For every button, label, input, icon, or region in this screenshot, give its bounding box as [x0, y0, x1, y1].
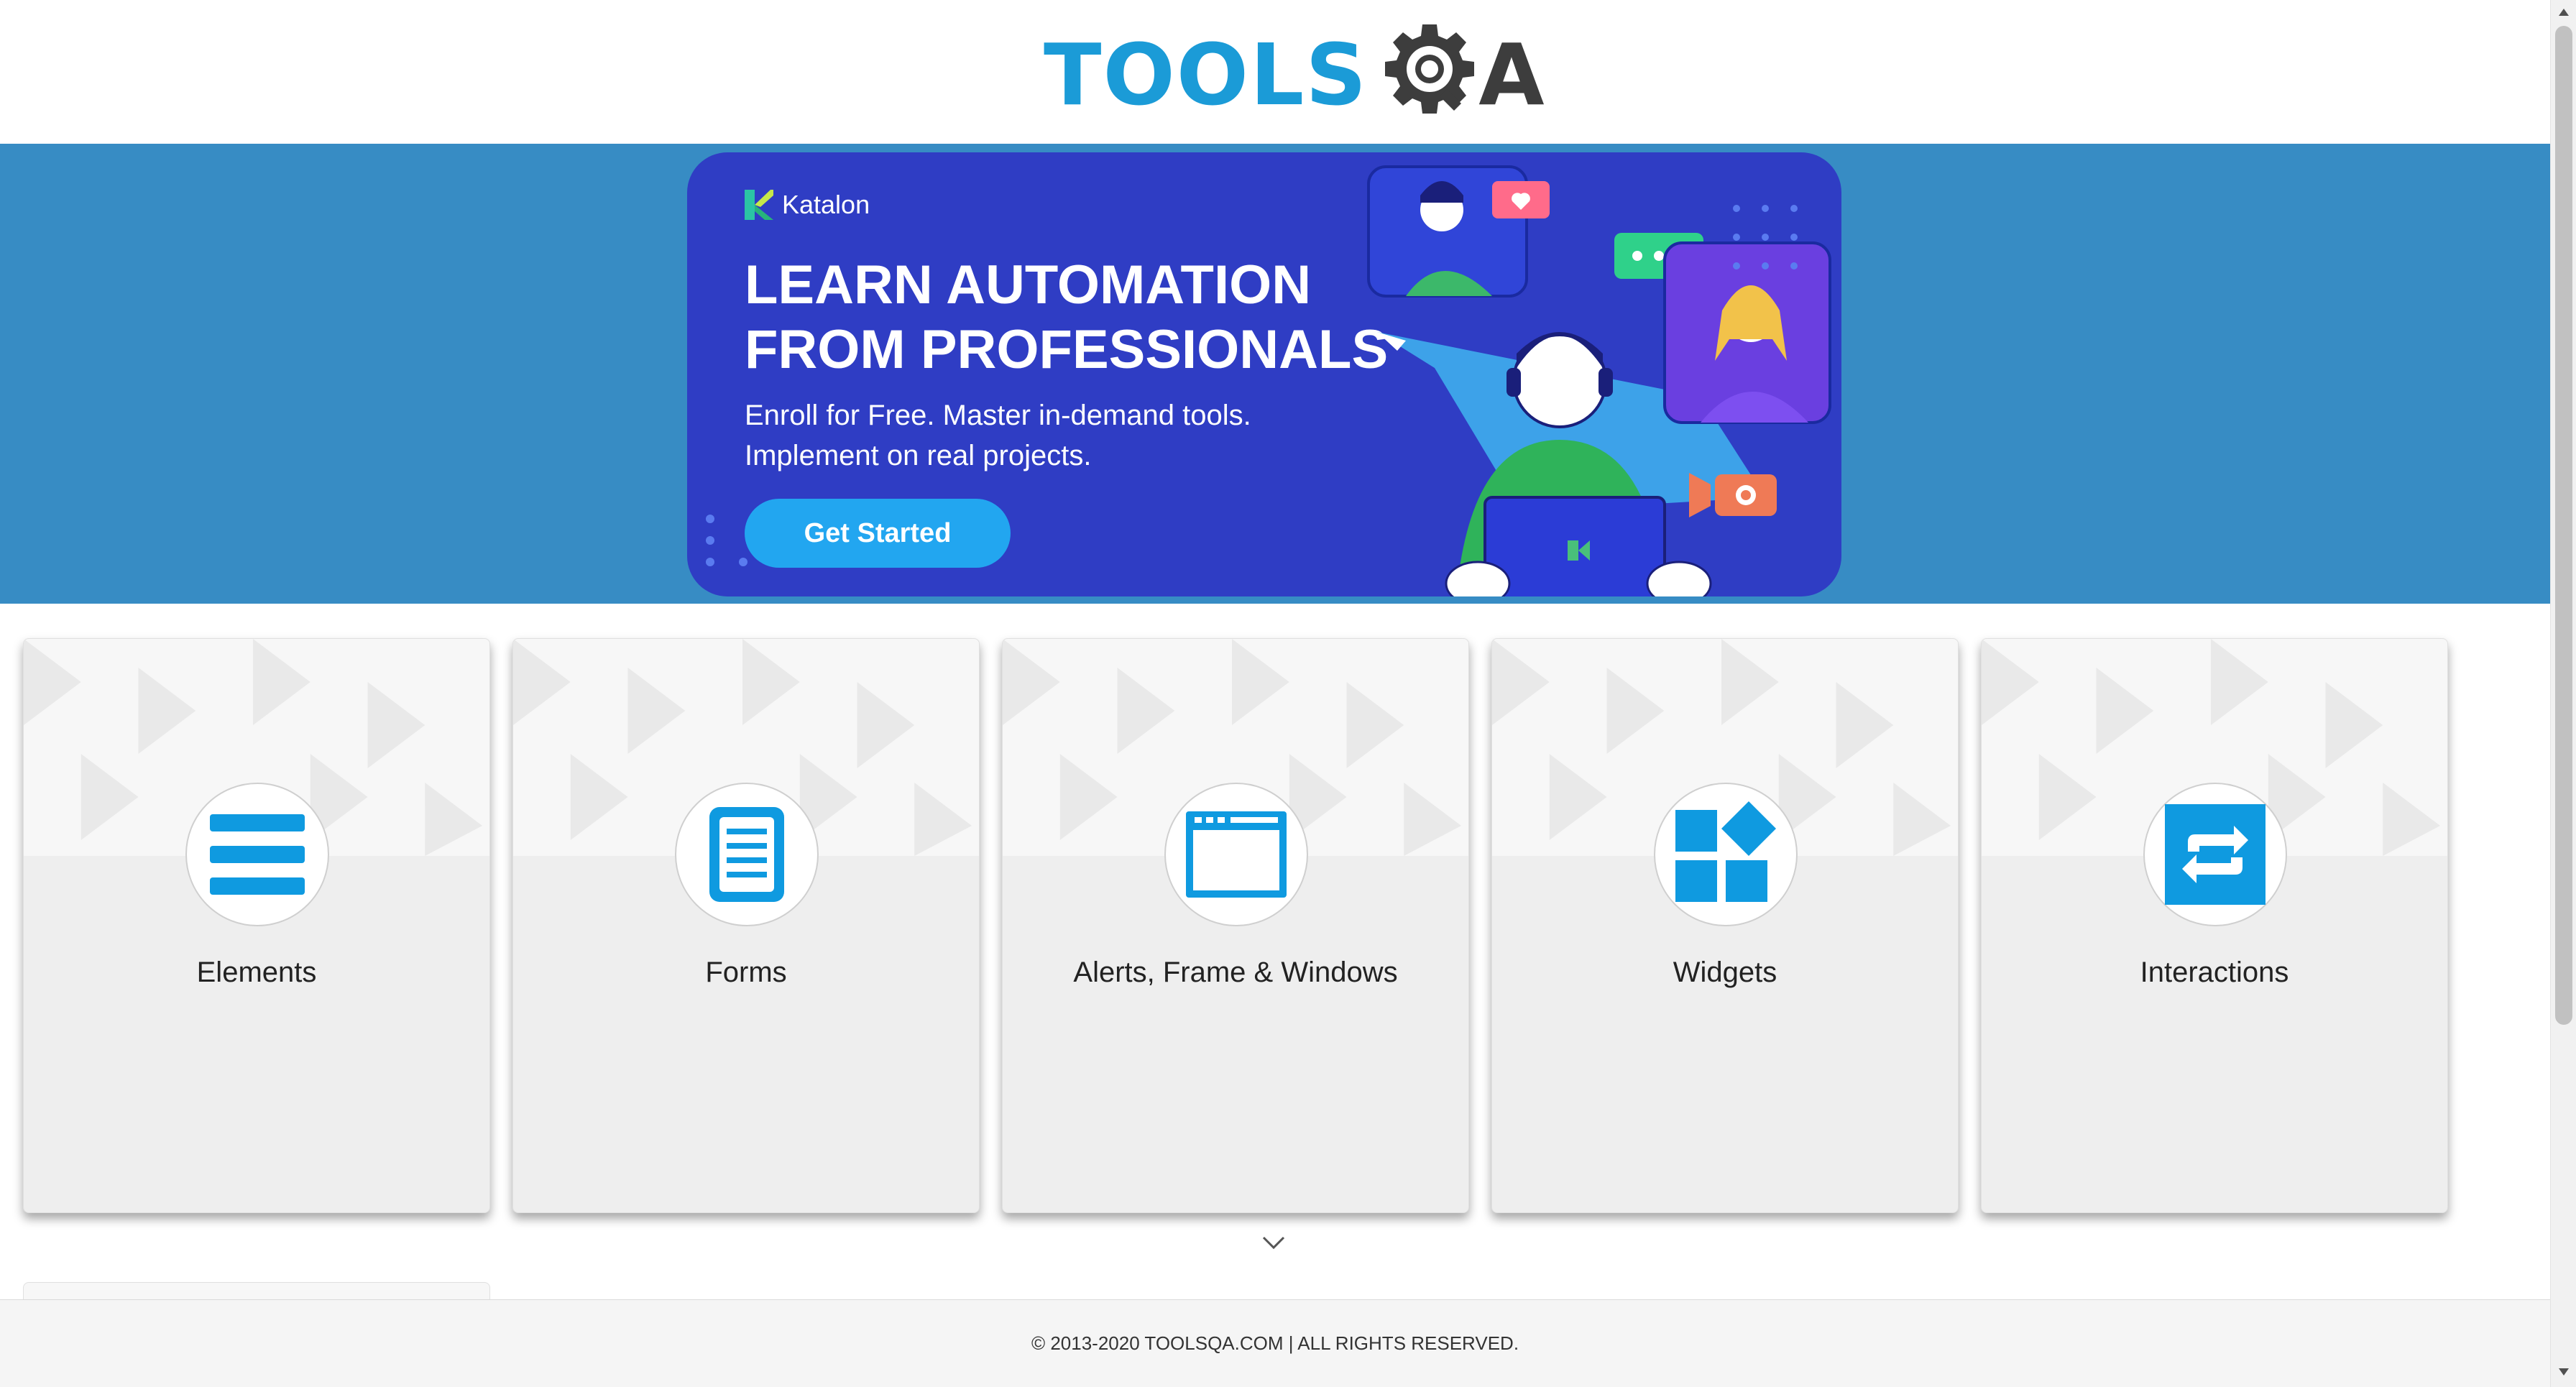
copyright-text: © 2013-2020 TOOLSQA.COM | ALL RIGHTS RES…	[1031, 1332, 1519, 1354]
browser-window-icon	[1186, 811, 1287, 898]
banner-subtitle: Enroll for Free. Master in-demand tools.…	[745, 395, 1392, 476]
forms-icon-circle	[675, 783, 819, 926]
page: TOOLS A Katalon LEARN AUTOMATION FROM PR…	[0, 0, 2576, 1387]
widgets-icon-circle	[1654, 783, 1798, 926]
banner-strip: Katalon LEARN AUTOMATION FROM PROFESSION…	[0, 144, 2550, 604]
card-interactions[interactable]: Interactions	[1981, 638, 2448, 1213]
alerts-icon-circle	[1164, 783, 1308, 926]
chevron-down-icon[interactable]	[1262, 1236, 1285, 1250]
logo-text-a: A	[1478, 25, 1545, 124]
document-icon	[709, 807, 784, 902]
toolsqa-logo[interactable]: TOOLS A	[1044, 19, 1545, 131]
banner-title: LEARN AUTOMATION FROM PROFESSIONALS	[745, 253, 1435, 382]
card-elements[interactable]: Elements	[23, 638, 490, 1213]
katalon-logo: Katalon	[745, 190, 870, 220]
katalon-brand-name: Katalon	[782, 190, 870, 219]
card-title-widgets: Widgets	[1673, 957, 1777, 988]
elements-icon-circle	[185, 783, 329, 926]
swap-arrows-icon	[2165, 804, 2266, 905]
widgets-grid-icon	[1675, 801, 1776, 902]
card-forms[interactable]: Forms	[512, 638, 980, 1213]
site-header: TOOLS A	[0, 0, 2550, 144]
hamburger-menu-icon	[210, 814, 305, 895]
scrollbar-thumb[interactable]	[2555, 26, 2572, 1025]
get-started-button[interactable]: Get Started	[745, 499, 1011, 568]
banner-subtitle-line-1: Enroll for Free. Master in-demand tools.	[745, 400, 1251, 431]
scroll-down-arrow-icon[interactable]	[2558, 1367, 2570, 1377]
card-alerts-frame-windows[interactable]: Alerts, Frame & Windows	[1002, 638, 1469, 1213]
card-title-interactions: Interactions	[2140, 957, 2289, 988]
katalon-banner[interactable]: Katalon LEARN AUTOMATION FROM PROFESSION…	[687, 152, 1841, 596]
vertical-scrollbar[interactable]	[2550, 0, 2576, 1387]
card-widgets[interactable]: Widgets	[1491, 638, 1959, 1213]
card-title-alerts: Alerts, Frame & Windows	[1073, 957, 1398, 988]
card-title-elements: Elements	[196, 957, 317, 988]
banner-subtitle-line-2: Implement on real projects.	[745, 440, 1092, 471]
category-cards: Elements Forms Alerts, Frame & Windows W…	[23, 638, 2471, 1213]
scroll-up-arrow-icon[interactable]	[2558, 7, 2570, 17]
interactions-icon-circle	[2143, 783, 2287, 926]
katalon-k-icon	[745, 190, 773, 220]
banner-title-line-2: FROM PROFESSIONALS	[745, 319, 1389, 380]
logo-text-tools: TOOLS	[1044, 25, 1368, 124]
card-title-forms: Forms	[705, 957, 787, 988]
gear-magnifier-icon	[1385, 24, 1475, 114]
banner-title-line-1: LEARN AUTOMATION	[745, 254, 1312, 315]
site-footer: © 2013-2020 TOOLSQA.COM | ALL RIGHTS RES…	[0, 1299, 2550, 1387]
banner-illustration	[1367, 165, 1831, 596]
